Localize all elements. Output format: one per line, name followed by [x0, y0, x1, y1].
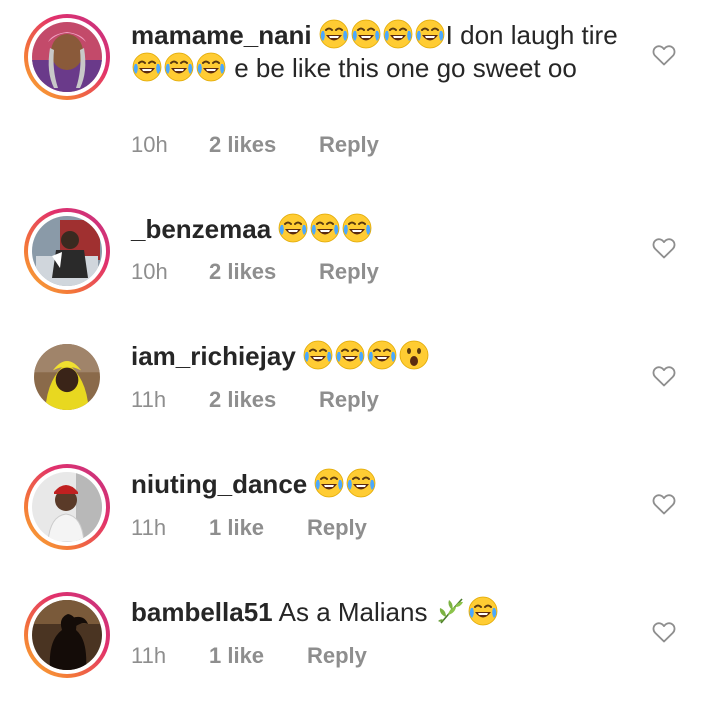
comment-meta: 10h 2 likes Reply — [131, 132, 379, 158]
comment-time: 11h — [131, 643, 167, 668]
face-with-tears-of-joy-icon — [467, 596, 498, 626]
avatar[interactable] — [24, 208, 110, 294]
face-with-tears-of-joy-icon — [302, 340, 333, 370]
comment-time: 10h — [131, 259, 168, 284]
face-with-tears-of-joy-icon — [164, 52, 194, 82]
face-with-tears-of-joy-icon — [310, 213, 341, 243]
comment-body: _benzemaa — [131, 213, 631, 246]
reply-button[interactable]: Reply — [307, 515, 367, 541]
comment-likes[interactable]: 1 like — [209, 643, 307, 669]
face-with-tears-of-joy-icon — [318, 19, 349, 49]
comment-text: e be like this one go sweet oo — [234, 53, 577, 83]
comment-body: niuting_dance — [131, 468, 631, 501]
avatar[interactable] — [24, 464, 110, 550]
avatar[interactable] — [24, 592, 110, 678]
heart-outline-icon[interactable] — [652, 621, 676, 643]
comment-meta: 11h 1 like Reply — [131, 515, 367, 541]
face-with-tears-of-joy-icon — [414, 19, 445, 49]
comment-likes[interactable]: 1 like — [209, 515, 307, 541]
comment-meta: 11h 1 like Reply — [131, 643, 367, 669]
comment-likes[interactable]: 2 likes — [209, 259, 319, 285]
comment-username[interactable]: _benzemaa — [131, 214, 271, 244]
face-with-tears-of-joy-icon — [342, 213, 373, 243]
comment-text: As a Malians — [278, 597, 428, 627]
heart-outline-icon[interactable] — [652, 493, 676, 515]
comment-time: 11h — [131, 515, 167, 540]
avatar[interactable] — [24, 334, 110, 420]
comment-time: 11h — [131, 387, 167, 412]
comment-time: 10h — [131, 132, 168, 157]
comment-username[interactable]: mamame_nani — [131, 20, 312, 50]
avatar[interactable] — [24, 14, 110, 100]
face-with-open-mouth-icon — [399, 340, 429, 370]
comment-text: I don laugh tire — [445, 20, 618, 50]
face-with-tears-of-joy-icon — [314, 468, 345, 498]
face-with-tears-of-joy-icon — [196, 52, 226, 82]
comment-body: mamame_nani I don laugh tire e be like th… — [131, 19, 631, 85]
face-with-tears-of-joy-icon — [132, 52, 162, 82]
heart-outline-icon[interactable] — [652, 365, 676, 387]
reply-button[interactable]: Reply — [319, 387, 379, 413]
comment-body: iam_richiejay — [131, 340, 631, 373]
comment-meta: 10h 2 likes Reply — [131, 259, 379, 285]
heart-outline-icon[interactable] — [652, 44, 676, 66]
face-with-tears-of-joy-icon — [346, 468, 377, 498]
reply-button[interactable]: Reply — [307, 643, 367, 669]
comment-username[interactable]: iam_richiejay — [131, 341, 296, 371]
face-with-tears-of-joy-icon — [366, 340, 397, 370]
comment-meta: 11h 2 likes Reply — [131, 387, 379, 413]
face-with-tears-of-joy-icon — [350, 19, 381, 49]
reply-button[interactable]: Reply — [319, 132, 379, 158]
face-with-tears-of-joy-icon — [382, 19, 413, 49]
heart-outline-icon[interactable] — [652, 237, 676, 259]
comment-username[interactable]: bambella51 — [131, 597, 273, 627]
comment-likes[interactable]: 2 likes — [209, 387, 319, 413]
herb-icon — [436, 596, 466, 626]
face-with-tears-of-joy-icon — [334, 340, 365, 370]
face-with-tears-of-joy-icon — [278, 213, 309, 243]
reply-button[interactable]: Reply — [319, 259, 379, 285]
comment-username[interactable]: niuting_dance — [131, 469, 307, 499]
comment-body: bambella51 As a Malians — [131, 596, 631, 629]
comment-likes[interactable]: 2 likes — [209, 132, 319, 158]
